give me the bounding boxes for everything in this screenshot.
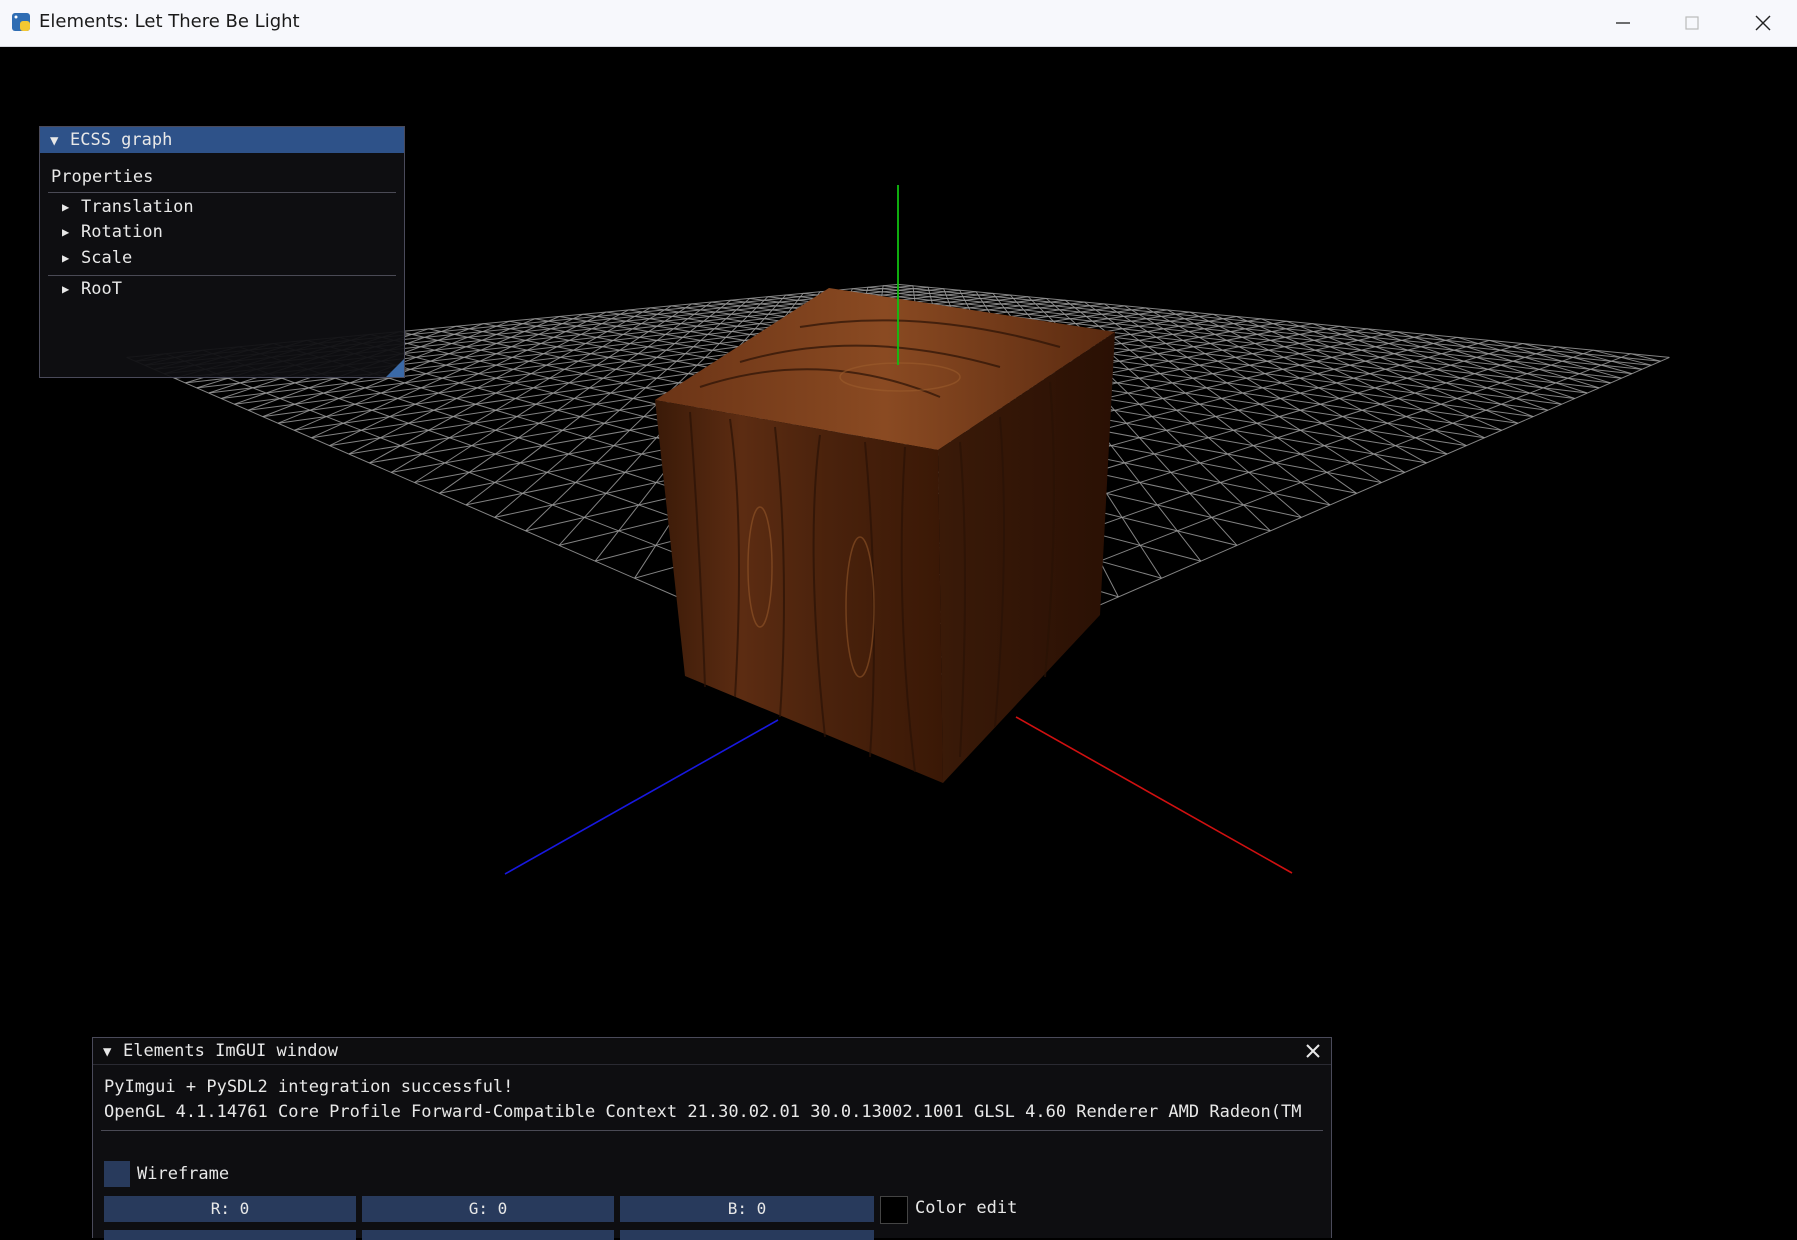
close-icon[interactable]	[1303, 1041, 1323, 1061]
grid-line	[1489, 339, 1622, 379]
tree-node-label: Rotation	[81, 222, 163, 242]
properties-header: Properties	[51, 167, 154, 187]
grid-line	[1167, 309, 1448, 455]
next-slider-row[interactable]	[362, 1230, 614, 1240]
collapse-arrow-icon[interactable]: ▼	[103, 1039, 117, 1065]
status-text: PyImgui + PySDL2 integration successful!	[104, 1077, 514, 1097]
resize-grip[interactable]	[386, 359, 404, 377]
separator	[48, 192, 396, 193]
ecss-graph-window[interactable]: ▼ ECSS graph Properties ▶ Translation ▶ R…	[39, 126, 405, 378]
close-window-button[interactable]	[1735, 6, 1791, 40]
tree-node-label: Scale	[81, 248, 133, 268]
g-slider[interactable]: G: 0	[362, 1196, 614, 1222]
elements-imgui-window[interactable]: ▼ Elements ImGUI window PyImgui + PySDL2 …	[92, 1037, 1332, 1240]
separator	[101, 1130, 1323, 1131]
tree-expand-icon: ▶	[62, 225, 70, 239]
tree-node-root[interactable]: ▶ RooT	[62, 279, 382, 303]
window-title-bar: Elements: Let There Be Light	[0, 0, 1797, 47]
wireframe-label: Wireframe	[137, 1164, 230, 1184]
ecss-graph-title: ECSS graph	[70, 130, 173, 150]
opengl-info-text: OpenGL 4.1.14761 Core Profile Forward-Co…	[104, 1102, 1302, 1122]
collapse-arrow-icon[interactable]: ▼	[50, 128, 64, 154]
r-slider[interactable]: R: 0	[104, 1196, 356, 1222]
elements-window-title-bar[interactable]: ▼ Elements ImGUI window	[93, 1038, 1331, 1065]
tree-expand-icon: ▶	[62, 282, 70, 296]
z-axis	[504, 719, 779, 875]
window-title: Elements: Let There Be Light	[39, 11, 300, 32]
grid-line	[414, 303, 692, 483]
next-slider-row[interactable]	[620, 1230, 874, 1240]
grid-line	[1104, 303, 1382, 483]
python-icon	[12, 13, 30, 31]
grid-line	[1339, 325, 1562, 405]
wooden-cube[interactable]	[655, 288, 1115, 783]
tree-node-label: RooT	[81, 279, 122, 299]
maximize-icon	[1685, 16, 1699, 30]
color-edit-label: Color edit	[915, 1198, 1018, 1218]
elements-window-title: Elements ImGUI window	[123, 1041, 338, 1061]
grid-line	[1236, 316, 1502, 431]
tree-node-label: Translation	[81, 197, 194, 217]
b-slider[interactable]: B: 0	[620, 1196, 874, 1222]
grid-line	[1367, 328, 1575, 399]
tree-node-rotation[interactable]: ▶ Rotation	[62, 222, 382, 246]
minimize-icon	[1616, 22, 1630, 24]
tree-node-scale[interactable]: ▶ Scale	[62, 248, 382, 272]
tree-expand-icon: ▶	[62, 251, 70, 265]
tree-node-translation[interactable]: ▶ Translation	[62, 197, 382, 221]
ecss-graph-title-bar[interactable]: ▼ ECSS graph	[40, 127, 404, 153]
maximize-button[interactable]	[1664, 6, 1720, 40]
x-axis	[1015, 716, 1293, 874]
next-slider-row[interactable]	[104, 1230, 356, 1240]
separator	[48, 275, 396, 276]
color-swatch[interactable]	[880, 1196, 908, 1224]
wireframe-checkbox[interactable]	[104, 1161, 130, 1187]
close-icon	[1755, 15, 1771, 31]
grid-line	[1189, 311, 1467, 447]
tree-expand-icon: ▶	[62, 200, 70, 214]
minimize-button[interactable]	[1595, 6, 1651, 40]
